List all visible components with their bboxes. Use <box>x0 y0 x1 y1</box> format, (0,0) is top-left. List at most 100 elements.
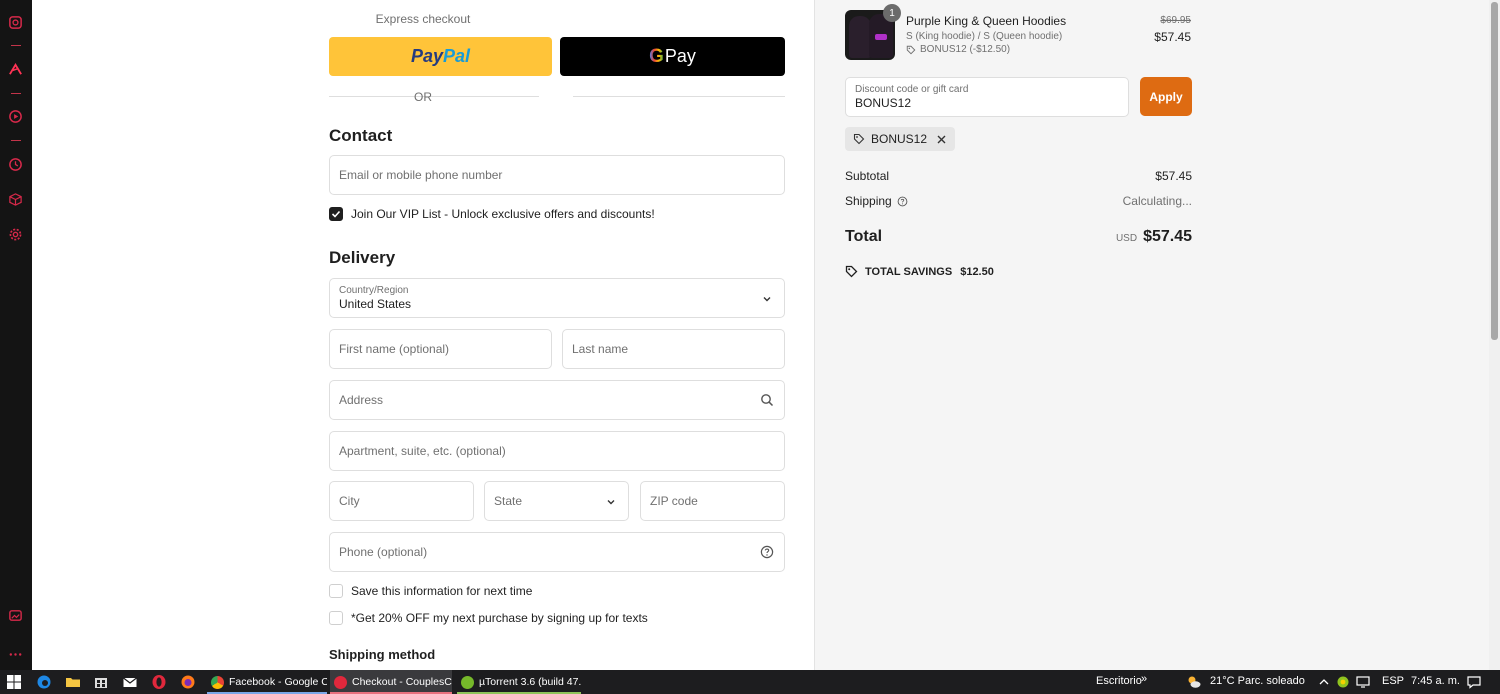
price-original: $69.95 <box>1160 15 1191 26</box>
network-icon[interactable] <box>1355 674 1371 690</box>
first-name-field[interactable]: First name (optional) <box>329 329 552 369</box>
paypal-logo: PayPal <box>410 46 471 66</box>
search-icon <box>760 393 774 407</box>
quantity-badge: 1 <box>883 4 901 22</box>
shipping-value: Calculating... <box>1122 194 1192 208</box>
player-icon[interactable] <box>8 109 23 124</box>
discount-field-label: Discount code or gift card <box>855 84 969 95</box>
task-label: µTorrent 3.6 (build 47... <box>479 676 581 688</box>
or-label: OR <box>414 90 432 104</box>
weather-text[interactable]: 21°C Parc. soleado <box>1210 675 1305 687</box>
tag-icon <box>906 45 916 54</box>
shipping-method-heading: Shipping method <box>329 647 436 662</box>
total-row: Total USD $57.45 <box>845 228 1192 246</box>
first-name-placeholder: First name (optional) <box>339 342 450 356</box>
opera-icon[interactable] <box>151 674 167 690</box>
email-field[interactable]: Email or mobile phone number <box>329 155 785 195</box>
save-info-row[interactable]: Save this information for next time <box>329 584 532 598</box>
tag-icon <box>845 265 858 278</box>
store-icon[interactable] <box>93 674 109 690</box>
info-icon[interactable] <box>897 196 908 207</box>
subtotal-value: $57.45 <box>1155 169 1192 183</box>
texts-checkbox[interactable] <box>329 611 343 625</box>
applied-discount-chip: BONUS12 <box>845 127 956 151</box>
cube-icon[interactable] <box>8 192 23 207</box>
toolbar-expand-icon[interactable]: » <box>1141 673 1147 685</box>
save-info-checkbox[interactable] <box>329 584 343 598</box>
delivery-heading: Delivery <box>329 248 396 267</box>
address-field[interactable]: Address <box>329 380 785 420</box>
google-g-logo: G <box>649 45 664 67</box>
firefox-icon[interactable] <box>180 674 196 690</box>
product-name: Purple King & Queen Hoodies <box>906 14 1067 28</box>
more-icon[interactable] <box>8 647 23 662</box>
total-savings: TOTAL SAVINGS $12.50 <box>845 265 994 278</box>
zip-placeholder: ZIP code <box>650 494 698 508</box>
vip-checkbox-row[interactable]: Join Our VIP List - Unlock exclusive off… <box>329 207 655 221</box>
mail-icon[interactable] <box>122 674 138 690</box>
taskbar-task-utorrent[interactable]: µTorrent 3.6 (build 47... <box>457 670 581 694</box>
snapshot-icon[interactable] <box>8 608 23 623</box>
state-placeholder: State <box>494 494 523 508</box>
save-info-label: Save this information for next time <box>351 584 533 598</box>
settings-icon[interactable] <box>8 227 23 242</box>
help-icon[interactable] <box>760 545 774 559</box>
texts-label: *Get 20% OFF my next purchase by signing… <box>351 611 648 625</box>
check-icon <box>331 210 341 218</box>
google-pay-button[interactable]: G Pay <box>560 37 785 76</box>
order-summary: 1 Purple King & Queen Hoodies S (King ho… <box>814 0 1489 670</box>
file-explorer-icon[interactable] <box>65 674 81 690</box>
product-variant: S (King hoodie) / S (Queen hoodie) <box>906 31 1063 42</box>
product-discount-text: BONUS12 (-$12.50) <box>920 44 1011 55</box>
windows-start-icon[interactable] <box>6 674 22 690</box>
edge-icon[interactable] <box>36 674 52 690</box>
task-label: Facebook - Google C... <box>229 676 327 688</box>
city-field[interactable]: City <box>329 481 474 521</box>
chevron-up-icon[interactable] <box>1316 674 1332 690</box>
sidebar-divider <box>11 140 21 141</box>
opera-icon <box>334 675 347 689</box>
weather-icon[interactable] <box>1186 674 1202 690</box>
product-discount: BONUS12 (-$12.50) <box>906 44 1010 55</box>
aria-icon[interactable] <box>8 62 23 77</box>
language-indicator[interactable]: ESP <box>1382 675 1404 687</box>
shipping-row: Shipping Calculating... <box>845 194 1192 208</box>
taskbar-task-facebook[interactable]: Facebook - Google C... <box>207 670 327 694</box>
notifications-icon[interactable] <box>1466 674 1482 690</box>
phone-field[interactable]: Phone (optional) <box>329 532 785 572</box>
apply-button[interactable]: Apply <box>1140 77 1192 116</box>
price-discounted: $57.45 <box>1154 30 1191 44</box>
tray-app-icon[interactable] <box>1335 674 1351 690</box>
discount-code-field[interactable]: Discount code or gift card BONUS12 <box>845 77 1129 117</box>
country-value: United States <box>339 297 412 311</box>
contact-heading: Contact <box>329 126 393 145</box>
taskbar-task-checkout[interactable]: Checkout - CouplesC... <box>330 670 452 694</box>
state-select[interactable]: State <box>484 481 629 521</box>
clock[interactable]: 7:45 a. m. <box>1411 675 1460 687</box>
close-icon[interactable] <box>936 134 947 145</box>
apartment-field[interactable]: Apartment, suite, etc. (optional) <box>329 431 785 471</box>
apartment-placeholder: Apartment, suite, etc. (optional) <box>339 444 506 458</box>
zip-field[interactable]: ZIP code <box>640 481 785 521</box>
history-icon[interactable] <box>8 15 23 30</box>
last-name-field[interactable]: Last name <box>562 329 785 369</box>
windows-taskbar: Facebook - Google C... Checkout - Couple… <box>0 670 1500 694</box>
vip-label: Join Our VIP List - Unlock exclusive off… <box>351 207 655 221</box>
texts-row[interactable]: *Get 20% OFF my next purchase by signing… <box>329 611 648 625</box>
task-label: Checkout - CouplesC... <box>352 676 452 688</box>
last-name-placeholder: Last name <box>572 342 629 356</box>
tag-icon <box>853 133 865 145</box>
total-value: $57.45 <box>1143 228 1192 245</box>
scrollbar-thumb[interactable] <box>1491 2 1498 340</box>
express-checkout-label: Express checkout <box>375 12 471 26</box>
total-label: Total <box>845 228 883 245</box>
applied-code: BONUS12 <box>871 132 928 146</box>
desktop-toolbar-label[interactable]: Escritorio <box>1096 675 1142 687</box>
chevron-down-icon <box>760 292 774 306</box>
currency-code: USD <box>1115 233 1138 244</box>
country-select[interactable]: Country/Region United States <box>329 278 785 318</box>
clock-icon[interactable] <box>8 157 23 172</box>
phone-placeholder: Phone (optional) <box>339 545 428 559</box>
vip-checkbox[interactable] <box>329 207 343 221</box>
paypal-button[interactable]: PayPal <box>329 37 552 76</box>
